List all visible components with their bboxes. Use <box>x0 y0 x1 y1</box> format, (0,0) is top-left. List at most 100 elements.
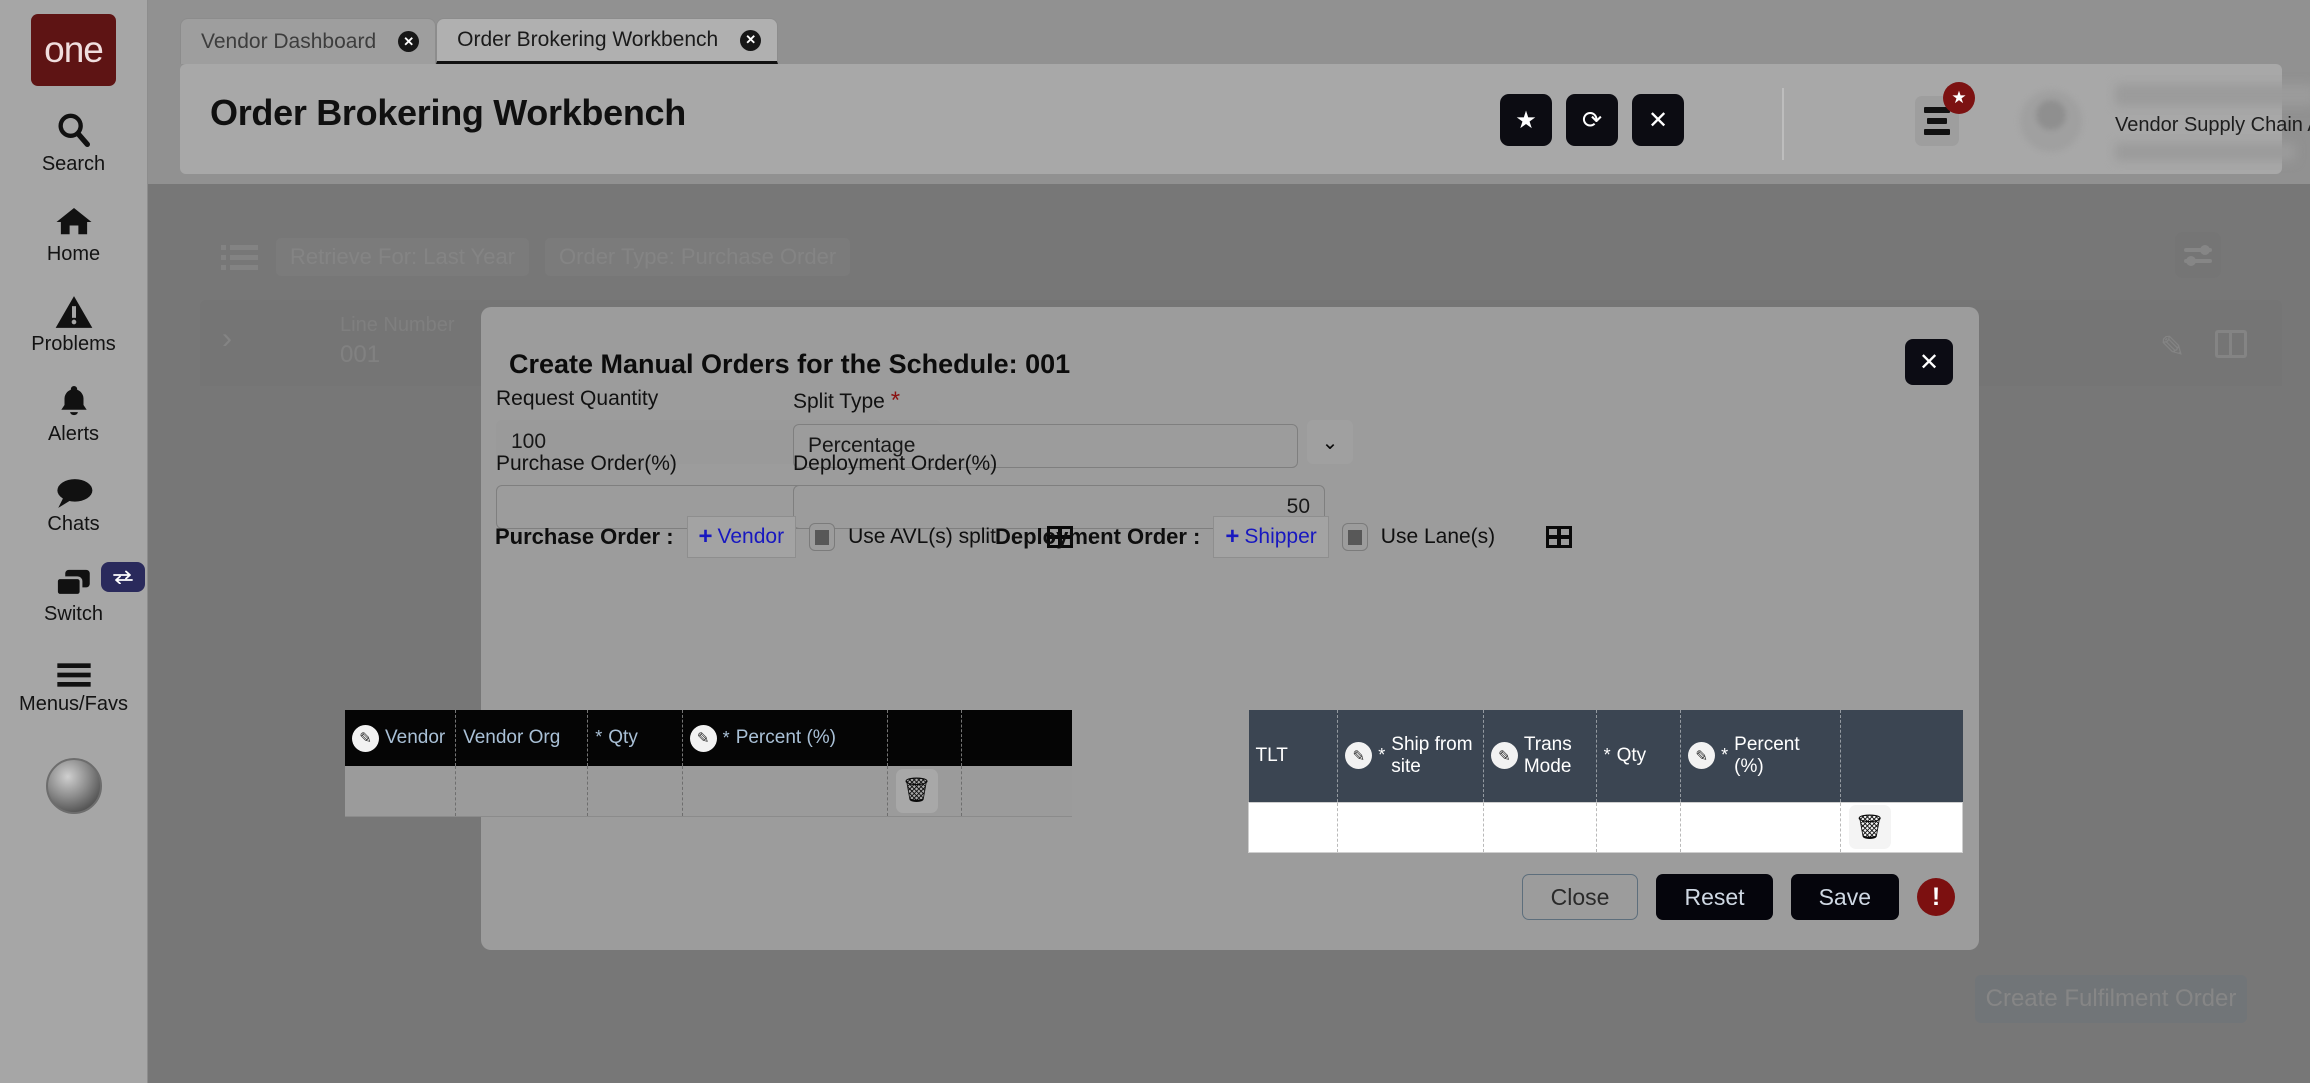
save-button[interactable]: Save <box>1791 874 1899 920</box>
tab-order-brokering-workbench[interactable]: Order Brokering Workbench ✕ <box>436 18 778 64</box>
col-actions <box>1840 710 1962 802</box>
switch-windows-icon <box>53 558 95 600</box>
chat-bubble-icon <box>53 468 95 510</box>
close-circle-icon[interactable]: ✕ <box>398 31 419 52</box>
edit-pencil-icon: ✎ <box>690 725 717 752</box>
col-trans-mode[interactable]: ✎ Trans Mode <box>1483 710 1596 802</box>
cell-qty[interactable] <box>1596 802 1681 852</box>
cell-qty[interactable] <box>588 766 682 816</box>
sidebar-item-chats[interactable]: Chats <box>0 468 148 536</box>
cell-ship-from-site[interactable] <box>1338 802 1484 852</box>
avatar[interactable] <box>2020 90 2082 152</box>
col-vendor-org[interactable]: Vendor Org <box>456 710 588 766</box>
validation-error-icon[interactable]: ! <box>1917 878 1955 916</box>
swap-arrows-icon[interactable] <box>101 562 145 592</box>
modal-footer: Close Reset Save ! <box>1522 874 1955 920</box>
warning-triangle-icon <box>54 288 94 330</box>
cell-tlt[interactable] <box>1249 802 1338 852</box>
tab-vendor-dashboard[interactable]: Vendor Dashboard ✕ <box>180 18 436 64</box>
deployment-order-pct-label: Deployment Order(%) <box>793 452 1325 476</box>
required-asterisk: * <box>1721 745 1728 766</box>
table-header-row: TLT ✎ * Ship from site ✎ Trans Mode <box>1249 710 1963 802</box>
page-title: Order Brokering Workbench <box>210 92 686 134</box>
col-tlt[interactable]: TLT <box>1249 710 1338 802</box>
purchase-order-section-controls: Purchase Order : + Vendor Use AVL(s) spl… <box>495 516 1073 558</box>
table-header-row: ✎ Vendor Vendor Org * Qty ✎ * <box>345 710 1072 766</box>
sidebar-item-label: Search <box>42 153 105 176</box>
reset-button[interactable]: Reset <box>1656 874 1772 920</box>
rail-user-avatar[interactable] <box>46 758 102 814</box>
purchase-order-table-body: 🗑 <box>345 766 1072 816</box>
sidebar-item-problems[interactable]: Problems <box>0 288 148 356</box>
tab-strip: Vendor Dashboard ✕ Order Brokering Workb… <box>180 18 778 64</box>
col-qty[interactable]: * Qty <box>1596 710 1681 802</box>
sidebar-item-label: Switch <box>44 603 103 626</box>
cell-vendor-org[interactable] <box>456 766 588 816</box>
sidebar-item-label: Chats <box>47 513 99 536</box>
required-asterisk: * <box>723 728 730 749</box>
edit-pencil-icon: ✎ <box>1345 742 1372 769</box>
col-vendor-org-label: Vendor Org <box>463 727 560 748</box>
header-menu-wrapper: ★ <box>1915 96 1959 146</box>
col-percent-label: Percent (%) <box>1734 734 1833 777</box>
sidebar-item-label: Home <box>47 243 100 266</box>
search-icon <box>54 108 94 150</box>
one-logo[interactable]: one <box>31 14 116 86</box>
cell-spacer <box>961 766 1072 816</box>
col-percent[interactable]: ✎ * Percent (%) <box>1681 710 1841 802</box>
sidebar-item-switch[interactable]: Switch <box>0 558 148 626</box>
sidebar-item-home[interactable]: Home <box>0 198 148 266</box>
purchase-order-table: ✎ Vendor Vendor Org * Qty ✎ * <box>345 710 1072 817</box>
close-button[interactable]: Close <box>1522 874 1639 920</box>
col-ship-from-site[interactable]: ✎ * Ship from site <box>1338 710 1484 802</box>
required-asterisk: * <box>595 727 602 748</box>
cell-trans-mode[interactable] <box>1483 802 1596 852</box>
table-row[interactable]: 🗑 <box>1249 802 1963 852</box>
col-qty-label: Qty <box>1617 745 1647 766</box>
split-type-label: Split Type * <box>793 387 1298 415</box>
close-circle-icon[interactable]: ✕ <box>740 30 761 51</box>
tab-label: Order Brokering Workbench <box>457 28 718 52</box>
col-qty[interactable]: * Qty <box>588 710 682 766</box>
user-info: Vendor Supply Chain Admin <box>2115 84 2310 161</box>
col-vendor-label: Vendor <box>385 727 445 748</box>
sidebar-item-menus-favs[interactable]: Menus/Favs <box>0 648 148 716</box>
use-avl-split-label: Use AVL(s) split <box>848 525 996 549</box>
table-row[interactable]: 🗑 <box>345 766 1072 816</box>
col-percent[interactable]: ✎ * Percent (%) <box>682 710 887 766</box>
edit-pencil-icon: ✎ <box>1688 742 1715 769</box>
user-role: Vendor Supply Chain Admin <box>2115 114 2310 137</box>
cell-actions: 🗑 <box>887 766 961 816</box>
required-asterisk: * <box>1378 745 1385 766</box>
sidebar-item-search[interactable]: Search <box>0 108 148 176</box>
col-vendor[interactable]: ✎ Vendor <box>345 710 456 766</box>
col-qty-label: Qty <box>608 727 638 748</box>
favorites-badge-star-icon[interactable]: ★ <box>1943 82 1975 114</box>
col-percent-label: Percent (%) <box>736 727 836 748</box>
modal-title: Create Manual Orders for the Schedule: 0… <box>509 349 1070 380</box>
cell-percent[interactable] <box>682 766 887 816</box>
table-grid-icon[interactable] <box>1546 526 1572 548</box>
add-vendor-button[interactable]: + Vendor <box>687 516 797 558</box>
delete-row-trash-icon[interactable]: 🗑 <box>896 769 938 813</box>
close-button[interactable]: ✕ <box>1632 94 1684 146</box>
user-org-redacted <box>2115 143 2295 161</box>
edit-pencil-icon: ✎ <box>352 725 379 752</box>
header-action-buttons: ★ ⟳ ✕ <box>1500 94 1684 146</box>
sidebar-item-label: Problems <box>31 333 115 356</box>
add-shipper-button[interactable]: + Shipper <box>1213 516 1328 558</box>
sidebar-item-alerts[interactable]: Alerts <box>0 378 148 446</box>
modal-close-icon[interactable]: ✕ <box>1905 339 1953 385</box>
one-logo-text: one <box>44 29 103 71</box>
plus-icon: + <box>699 523 713 551</box>
delete-row-trash-icon[interactable]: 🗑 <box>1849 805 1891 849</box>
refresh-button[interactable]: ⟳ <box>1566 94 1618 146</box>
cell-vendor[interactable] <box>345 766 456 816</box>
use-avl-split-checkbox[interactable] <box>809 523 835 551</box>
favorite-button[interactable]: ★ <box>1500 94 1552 146</box>
use-lanes-checkbox[interactable] <box>1342 523 1368 551</box>
split-type-label-text: Split Type <box>793 390 885 413</box>
sidebar-item-label: Menus/Favs <box>19 693 128 716</box>
cell-percent[interactable] <box>1681 802 1841 852</box>
create-manual-orders-modal: Create Manual Orders for the Schedule: 0… <box>481 307 1979 950</box>
